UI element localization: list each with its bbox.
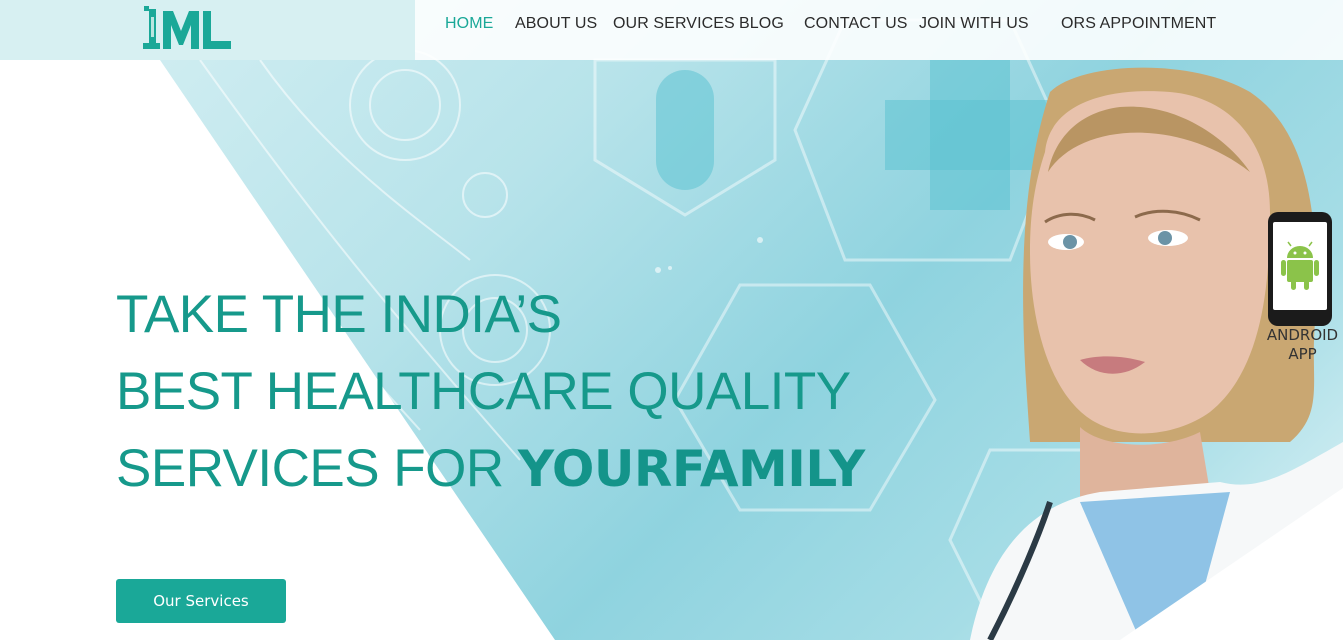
headline-emphasis: YOURFAMILY — [517, 440, 865, 498]
android-app-label: ANDROID APP — [1262, 326, 1343, 364]
nav-blog[interactable]: BLOG — [739, 15, 784, 33]
headline-line-2: BEST HEALTHCARE QUALITY — [116, 362, 851, 421]
nav-about-us[interactable]: ABOUT US — [515, 15, 597, 33]
headline-line-3-prefix: SERVICES FOR — [116, 439, 518, 498]
nav-join-with-us[interactable]: JOIN WITH US — [919, 15, 1029, 33]
headline-line-3: SERVICES FOR YOURFAMILY — [116, 430, 876, 509]
android-label-line-1: ANDROID — [1266, 326, 1339, 344]
headline-line-1: TAKE THE INDIA’S — [116, 285, 562, 344]
phone-icon — [1268, 212, 1332, 326]
android-label-line-2: APP — [1288, 345, 1317, 363]
site-header: HOME ABOUT US OUR SERVICES BLOG CONTACT … — [0, 0, 1343, 60]
nav-contact-us[interactable]: CONTACT US — [804, 15, 908, 33]
our-services-button[interactable]: Our Services — [116, 579, 286, 623]
phone-screen — [1273, 222, 1327, 310]
android-icon — [1281, 241, 1319, 290]
nav-ors-appointment[interactable]: ORS APPOINTMENT — [1061, 15, 1216, 33]
android-app-badge[interactable]: ANDROID APP — [1262, 210, 1343, 370]
hero-headline: TAKE THE INDIA’S BEST HEALTHCARE QUALITY… — [116, 276, 876, 509]
nav-home[interactable]: HOME — [445, 15, 493, 33]
nav-our-services[interactable]: OUR SERVICES — [613, 15, 735, 33]
site-logo[interactable] — [141, 3, 235, 53]
